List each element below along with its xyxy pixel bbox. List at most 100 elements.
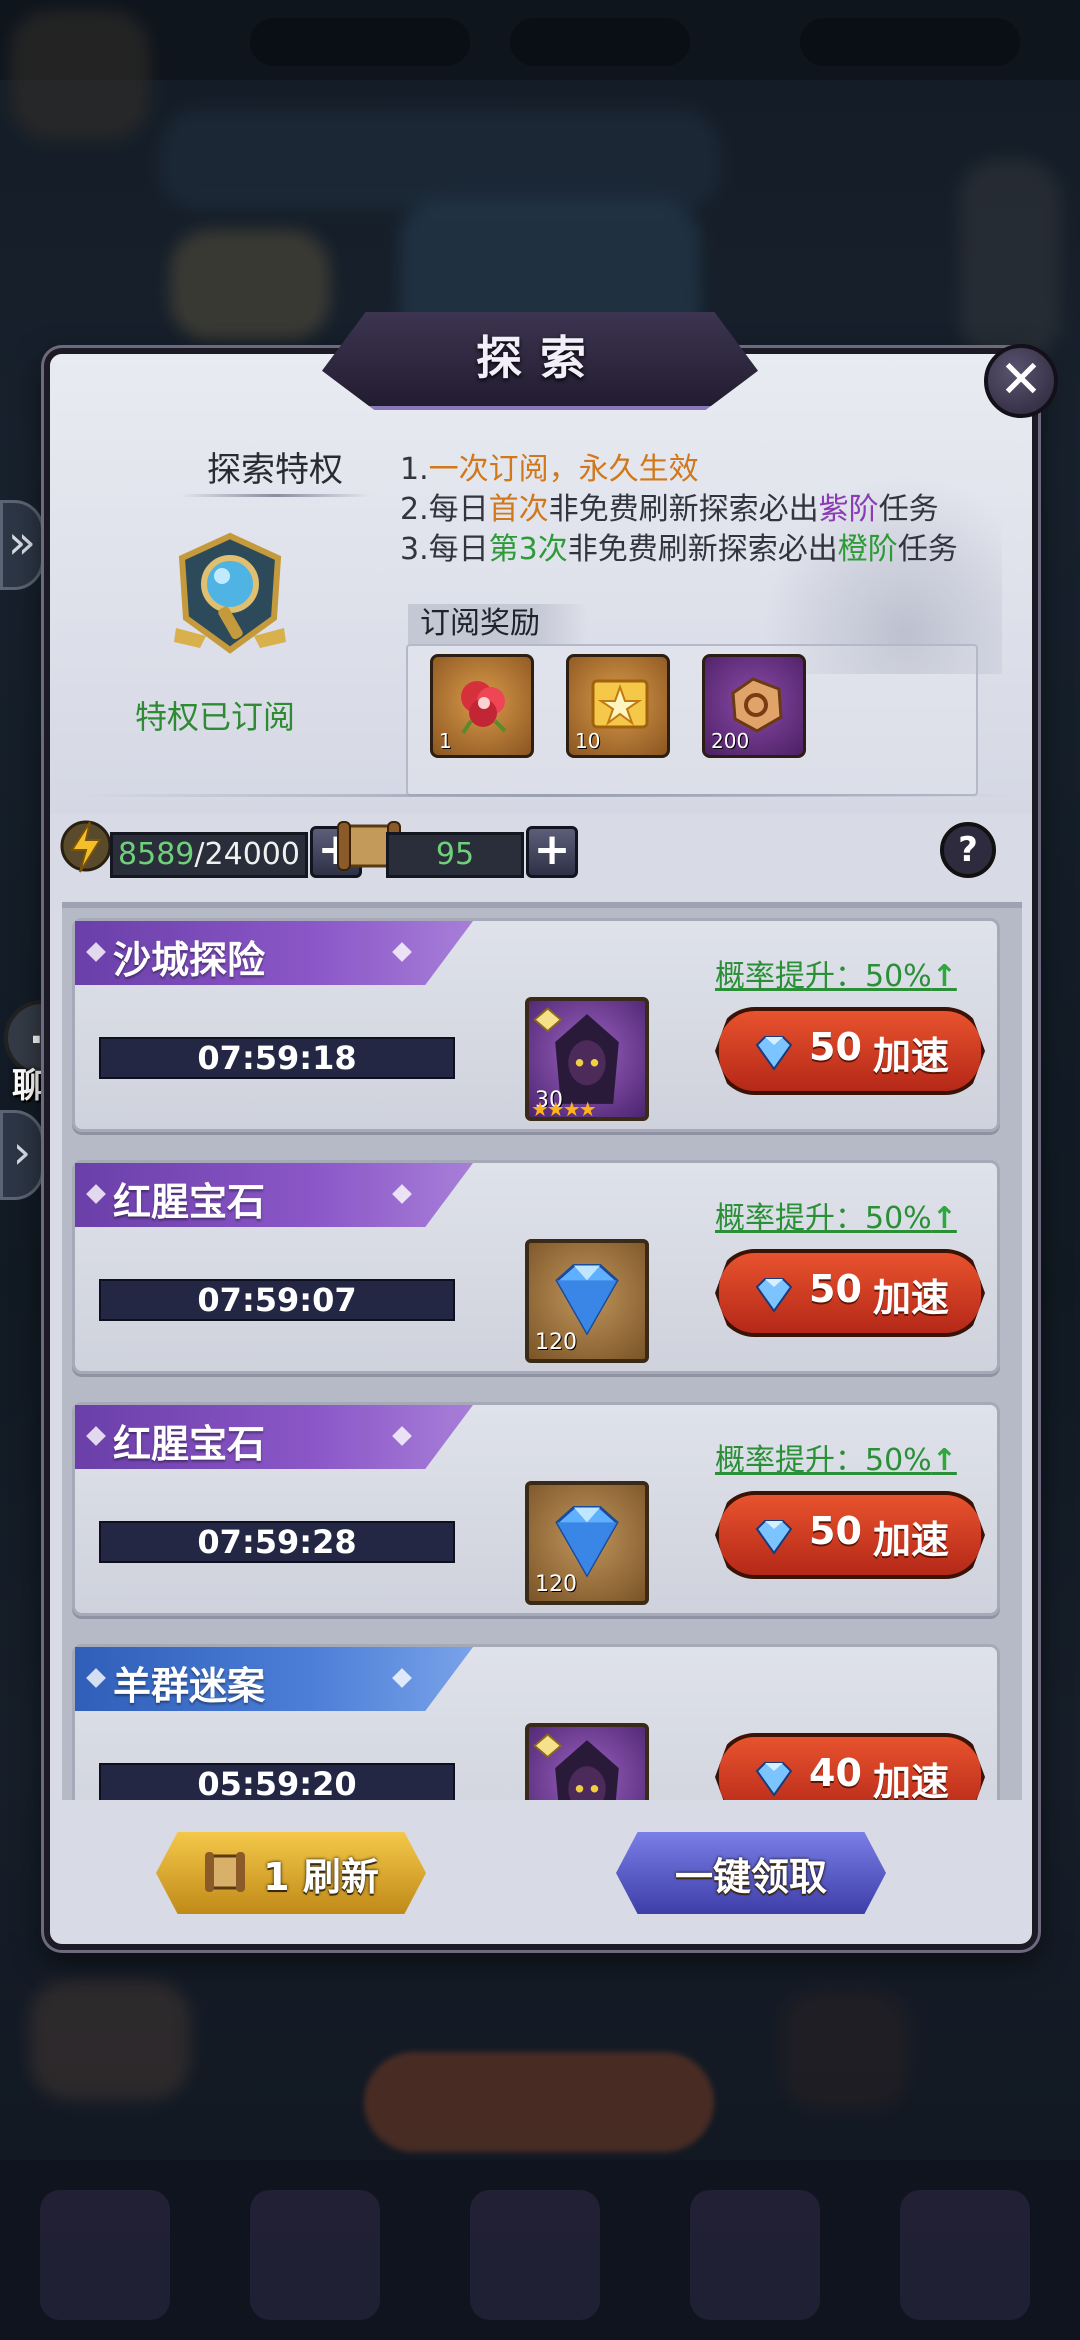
speed-up-button[interactable]: 50 加速 xyxy=(715,1007,985,1095)
speed-up-cost: 50 xyxy=(809,1267,862,1311)
task-card[interactable]: 红腥宝石 07:59:28 120 概率提升：50%↑ 50 加速 xyxy=(72,1402,1000,1616)
task-name: 沙城探险 xyxy=(113,938,266,982)
task-timer: 07:59:28 xyxy=(99,1521,455,1563)
up-arrow-icon: ↑ xyxy=(931,1201,957,1236)
sparkle-icon xyxy=(86,1184,106,1204)
scroll-bar: 95 xyxy=(386,832,524,878)
sparkle-icon xyxy=(392,942,412,962)
claim-all-button[interactable]: 一键领取 xyxy=(616,1832,886,1914)
sparkle-icon xyxy=(392,1426,412,1446)
side-expand-arrow[interactable]: » xyxy=(0,500,44,590)
task-card[interactable]: 羊群迷案 05:59:20 40 加速 xyxy=(72,1644,1000,1800)
task-list[interactable]: 沙城探险 07:59:18 30 ★★★★ 概率提升：50%↑ 50 加速 红腥宝石 07:59… xyxy=(62,902,1022,1800)
ore-icon xyxy=(731,677,783,733)
refresh-button[interactable]: 1 刷新 xyxy=(156,1832,426,1914)
rule-number: 2. xyxy=(400,492,429,527)
privilege-rule: 2.每日首次非免费刷新探索必出紫阶任务 xyxy=(400,490,958,530)
task-header: 沙城探险 xyxy=(75,921,473,985)
task-reward-count: 120 xyxy=(535,1572,577,1597)
task-card[interactable]: 沙城探险 07:59:18 30 ★★★★ 概率提升：50%↑ 50 加速 xyxy=(72,918,1000,1132)
sparkle-icon xyxy=(392,1668,412,1688)
task-card[interactable]: 红腥宝石 07:59:07 120 概率提升：50%↑ 50 加速 xyxy=(72,1160,1000,1374)
speed-up-label: 加速 xyxy=(873,1760,950,1800)
speed-up-button[interactable]: 50 加速 xyxy=(715,1249,985,1337)
privilege-title-underline xyxy=(180,494,370,497)
rule-text: 橙阶 xyxy=(837,532,898,567)
energy-max: /24000 xyxy=(194,837,300,872)
up-arrow-icon: ↑ xyxy=(931,1443,957,1478)
rule-text: 任务 xyxy=(897,532,958,567)
speed-up-button[interactable]: 50 加速 xyxy=(715,1491,985,1579)
privilege-status: 特权已订阅 xyxy=(134,698,295,736)
task-name: 羊群迷案 xyxy=(113,1664,266,1708)
reward-qty: 200 xyxy=(711,729,750,753)
energy-bolt-icon xyxy=(60,820,112,873)
energy-bar: 8589/24000 xyxy=(110,832,308,878)
rule-text: 首次 xyxy=(488,492,549,527)
task-reward[interactable] xyxy=(525,1723,649,1800)
speed-up-cost: 50 xyxy=(809,1025,862,1069)
reward-qty: 1 xyxy=(439,729,452,753)
task-reward[interactable]: 120 xyxy=(525,1481,649,1605)
rule-number: 1. xyxy=(400,452,429,487)
speed-up-button[interactable]: 40 加速 xyxy=(715,1733,985,1800)
rate-boost-text: 概率提升：50% xyxy=(715,1443,932,1478)
task-name: 红腥宝石 xyxy=(113,1422,266,1466)
task-timer: 07:59:07 xyxy=(99,1279,455,1321)
reward-qty: 10 xyxy=(575,729,601,753)
rose-icon xyxy=(461,681,507,735)
privilege-rules: 1.一次订阅，永久生效 2.每日首次非免费刷新探索必出紫阶任务 3.每日第3次非免费… xyxy=(400,450,958,570)
magnifier-medal-icon xyxy=(174,532,286,654)
help-button[interactable]: ? xyxy=(940,822,996,878)
reward-item-rose[interactable]: 1 xyxy=(430,654,534,758)
speed-up-cost: 50 xyxy=(809,1509,862,1553)
speed-up-label: 加速 xyxy=(873,1518,950,1562)
task-header: 红腥宝石 xyxy=(75,1405,473,1469)
rate-boost-link[interactable]: 概率提升：50%↑ xyxy=(715,951,957,995)
dialog-title: 探索 xyxy=(476,331,604,385)
privilege-rule: 1.一次订阅，永久生效 xyxy=(400,450,958,490)
sparkle-icon xyxy=(86,1426,106,1446)
claim-all-label: 一键领取 xyxy=(674,1855,827,1899)
task-reward[interactable]: 120 xyxy=(525,1239,649,1363)
reward-item-ore[interactable]: 200 xyxy=(702,654,806,758)
task-reward-stars: ★★★★ xyxy=(531,1097,597,1121)
rule-text: 非免费刷新探索必出 xyxy=(548,492,819,527)
task-timer: 07:59:18 xyxy=(99,1037,455,1079)
refresh-label: 1 刷新 xyxy=(263,1855,379,1899)
rate-boost-link[interactable]: 概率提升：50%↑ xyxy=(715,1435,957,1479)
side-chevron-right-icon[interactable]: › xyxy=(0,1110,44,1200)
subscription-reward-title: 订阅奖励 xyxy=(408,604,588,644)
rule-text: 紫阶 xyxy=(818,492,879,527)
section-divider xyxy=(82,794,1012,797)
rule-text: 每日 xyxy=(428,532,489,567)
rule-text: 任务 xyxy=(878,492,939,527)
scroll-plus-button[interactable]: + xyxy=(526,826,578,878)
speed-up-label: 加速 xyxy=(873,1034,950,1078)
task-header: 羊群迷案 xyxy=(75,1647,473,1711)
diamond-icon xyxy=(755,1278,793,1313)
explore-dialog: 探索特权 特权已订阅 1.一次订阅，永久生效 2.每日首次非免费刷新探索必出紫阶任… xyxy=(44,348,1038,1950)
star-scroll-icon xyxy=(591,679,649,729)
diamond-icon xyxy=(755,1762,793,1797)
close-button[interactable]: ✕ xyxy=(984,344,1058,418)
scroll-count: 95 xyxy=(435,837,475,872)
task-timer: 05:59:20 xyxy=(99,1763,455,1800)
energy-current: 8589 xyxy=(118,837,195,872)
rate-boost-text: 概率提升：50% xyxy=(715,1201,932,1236)
speed-up-label: 加速 xyxy=(873,1276,950,1320)
rule-text: 非免费刷新探索必出 xyxy=(567,532,838,567)
sparkle-icon xyxy=(86,942,106,962)
sparkle-icon xyxy=(86,1668,106,1688)
reward-item-scroll[interactable]: 10 xyxy=(566,654,670,758)
privilege-title: 探索特权 xyxy=(207,450,343,490)
privilege-rule: 3.每日第3次非免费刷新探索必出橙阶任务 xyxy=(400,530,958,570)
rule-text: 每日 xyxy=(428,492,489,527)
rate-boost-link[interactable]: 概率提升：50%↑ xyxy=(715,1193,957,1237)
diamond-icon xyxy=(755,1520,793,1555)
task-reward[interactable]: 30 ★★★★ xyxy=(525,997,649,1121)
speed-up-cost: 40 xyxy=(809,1751,862,1795)
diamond-icon xyxy=(755,1036,793,1071)
hooded-hero-icon xyxy=(533,1733,619,1800)
task-header: 红腥宝石 xyxy=(75,1163,473,1227)
